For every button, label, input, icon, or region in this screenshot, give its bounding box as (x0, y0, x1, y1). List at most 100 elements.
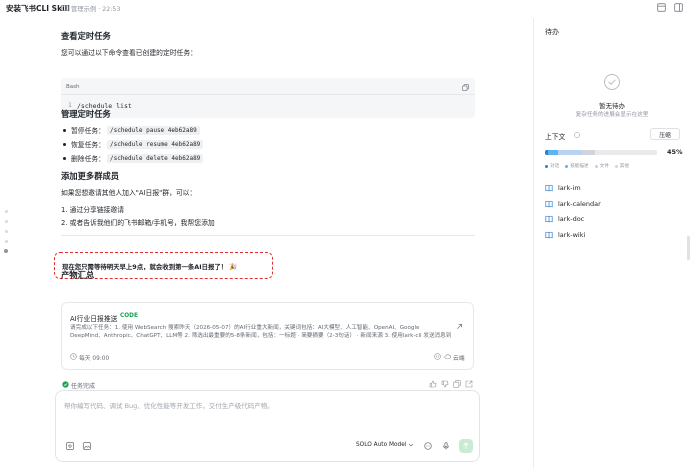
skill-item[interactable]: lark-doc (545, 214, 584, 224)
list-item-label: 暂停任务： (71, 127, 105, 135)
send-button[interactable] (459, 439, 473, 453)
inline-code: /schedule delete 4eb62a89 (106, 153, 204, 163)
layout-icon[interactable] (657, 3, 666, 12)
view-tasks-intro: 您可以通过以下命令查看已创建的定时任务： (61, 49, 197, 57)
chat-mode-icon[interactable] (424, 442, 432, 450)
heading-add-members: 添加更多群成员 (61, 171, 120, 181)
pause-icon[interactable] (434, 353, 441, 360)
thumbs-down-icon[interactable] (441, 380, 449, 388)
legend-dot (565, 164, 569, 168)
compress-button[interactable]: 压缩 (650, 128, 680, 140)
task-status: 任务完成 (71, 383, 96, 390)
book-icon (545, 215, 553, 223)
divider (61, 235, 475, 236)
code-block: Bash 1 /schedule list (61, 78, 475, 118)
card-description: 请完成以下任务：1. 使用 WebSearch 搜索昨天（2026-05-07）… (70, 325, 452, 339)
heading-manage-tasks: 管理定时任务 (61, 109, 111, 119)
share-icon[interactable] (465, 380, 473, 388)
message-composer: SOLO Auto Model (55, 390, 480, 462)
scroll-indicator-dot[interactable] (5, 210, 8, 213)
skill-label: lark-im (558, 184, 581, 192)
bullet-icon (63, 128, 66, 132)
todo-title: 待办 (545, 28, 559, 36)
scroll-indicator-dot[interactable] (5, 230, 8, 233)
bullet-icon (63, 142, 66, 146)
card-title: AI行业日报推送 (70, 315, 118, 323)
book-icon (545, 231, 553, 239)
code-divider (61, 94, 475, 95)
book-icon (545, 200, 553, 208)
skill-item[interactable]: lark-im (545, 183, 581, 193)
code-language: Bash (66, 84, 80, 90)
legend-label: 对话 (550, 164, 560, 169)
list-item: 暂停任务： /schedule pause 4eb62a89 (61, 124, 200, 136)
panel-icon[interactable] (674, 3, 683, 12)
check-circle-icon (62, 381, 69, 388)
cloud-icon (444, 354, 451, 359)
book-icon (545, 184, 553, 192)
legend-item: 其他 (614, 163, 629, 169)
context-title: 上下文 (545, 133, 566, 141)
copy-icon[interactable] (462, 84, 469, 91)
context-legend: 对话 技能描述 文件 其他 (545, 163, 629, 169)
list-item-label: 恢复任务： (71, 141, 105, 149)
app-window: 安装飞书CLI Skill 管理示例 · 22:53 查看定时任务 您可以通过以… (0, 0, 690, 468)
skill-item[interactable]: lark-wiki (545, 230, 585, 240)
artifact-card[interactable]: AI行业日报推送 CODE 请完成以下任务：1. 使用 WebSearch 搜索… (61, 302, 474, 370)
add-members-intro: 如果您想邀请其他人加入"AI日报"群，可以： (61, 189, 197, 197)
list-item-label: 删除任务： (71, 155, 105, 163)
list-item: 恢复任务： /schedule resume 4eb62a89 (61, 138, 204, 150)
add-members-step: 2. 或者告诉我他们的飞书邮箱/手机号，我帮您添加 (61, 219, 215, 227)
inline-code: /schedule pause 4eb62a89 (106, 125, 200, 135)
heading-artifacts: 产物汇总 (61, 270, 95, 280)
legend-dot (614, 164, 618, 168)
scroll-indicator-dot[interactable] (5, 220, 8, 223)
skill-item[interactable]: lark-calendar (545, 199, 601, 209)
help-icon[interactable] (574, 132, 580, 138)
legend-label: 其他 (619, 164, 629, 169)
model-selector[interactable]: SOLO Auto Model (356, 442, 414, 448)
folder-icon (61, 4, 69, 11)
conversation-area: 查看定时任务 您可以通过以下命令查看已创建的定时任务： Bash 1 /sche… (0, 18, 533, 468)
clock-icon (70, 353, 77, 360)
card-schedule: 每天 09:00 (79, 356, 110, 362)
card-cloud-label: 云端 (453, 356, 465, 362)
breadcrumb: 管理示例 · 22:53 (71, 6, 121, 13)
picture-icon[interactable] (83, 442, 91, 450)
right-panel: 待办 暂无待办 复杂任务的进展会显示在这里 上下文 压缩 45% 对话 技能描述 (534, 18, 690, 468)
scroll-indicator-dot[interactable] (5, 240, 8, 243)
add-members-step: 1. 通过分享链接邀请 (61, 206, 125, 214)
legend-dot (594, 164, 598, 168)
bullet-icon (63, 156, 66, 160)
chevron-down-icon (409, 443, 414, 447)
heading-view-tasks: 查看定时任务 (61, 31, 111, 41)
skill-label: lark-wiki (558, 231, 586, 239)
context-segment (581, 150, 596, 155)
skill-label: lark-doc (558, 215, 585, 223)
legend-item: 对话 (545, 163, 559, 169)
thumbs-up-icon[interactable] (429, 380, 437, 388)
context-segment (548, 150, 559, 155)
empty-todo-icon (604, 74, 620, 90)
arrow-up-icon (463, 442, 469, 449)
microphone-icon[interactable] (442, 442, 450, 450)
skill-label: lark-calendar (558, 200, 601, 208)
code-badge: CODE (120, 313, 138, 319)
model-label: SOLO Auto Model (356, 442, 407, 448)
image-icon[interactable] (66, 442, 74, 450)
copy-icon[interactable] (453, 380, 461, 388)
legend-dot (545, 164, 548, 168)
scroll-indicator-active[interactable] (4, 249, 8, 253)
todo-empty-text: 暂无待办 (599, 102, 625, 110)
legend-item: 技能描述 (565, 163, 589, 169)
todo-hint: 复杂任务的进展会显示在这里 (575, 112, 649, 118)
context-segment (558, 150, 582, 155)
open-arrow-icon[interactable] (456, 323, 463, 330)
context-usage-bar (545, 150, 657, 155)
legend-label: 技能描述 (570, 164, 589, 169)
list-item: 删除任务： /schedule delete 4eb62a89 (61, 152, 204, 164)
message-input[interactable] (64, 402, 464, 410)
inline-code: /schedule resume 4eb62a89 (106, 139, 204, 149)
legend-label: 文件 (599, 164, 609, 169)
context-percent: 45% (667, 148, 683, 156)
